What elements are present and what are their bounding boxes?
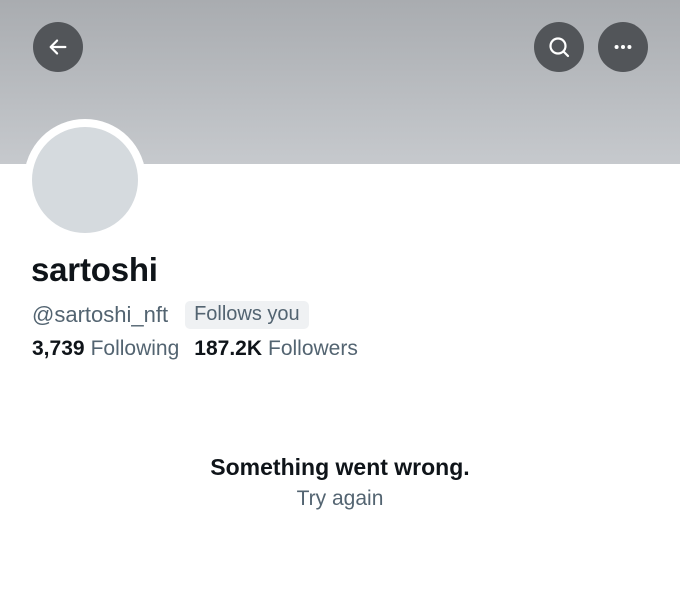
handle-row: @sartoshi_nft Follows you: [32, 301, 309, 329]
followers-label: Followers: [268, 337, 358, 360]
more-button[interactable]: [598, 22, 648, 72]
search-icon: [547, 35, 571, 59]
following-count: 3,739: [32, 337, 85, 360]
followers-link[interactable]: 187.2K Followers: [194, 337, 358, 361]
search-button[interactable]: [534, 22, 584, 72]
follows-you-badge: Follows you: [185, 301, 309, 329]
profile-stats: 3,739 Following 187.2K Followers: [32, 337, 358, 361]
avatar[interactable]: [32, 127, 138, 233]
following-link[interactable]: 3,739 Following: [32, 337, 179, 361]
error-title: Something went wrong.: [210, 454, 470, 480]
more-horizontal-icon: [612, 36, 634, 58]
profile-display-name: sartoshi: [31, 251, 158, 288]
profile-handle: @sartoshi_nft: [32, 302, 169, 327]
following-label: Following: [90, 337, 180, 360]
avatar-frame[interactable]: [24, 119, 146, 241]
try-again-button[interactable]: Try again: [0, 487, 680, 511]
arrow-left-icon: [47, 36, 69, 58]
back-button[interactable]: [33, 22, 83, 72]
error-message-panel: Something went wrong. Try again: [0, 454, 680, 511]
followers-count: 187.2K: [194, 337, 262, 360]
